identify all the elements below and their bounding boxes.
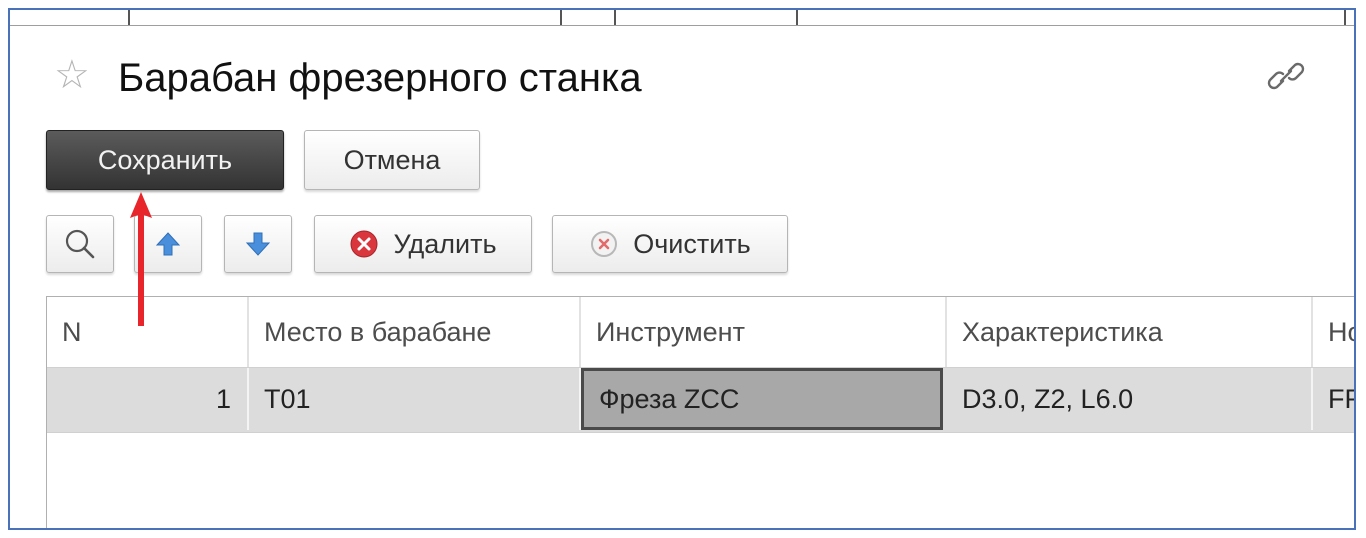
move-down-button[interactable]: [224, 215, 292, 273]
delete-button-label: Удалить: [393, 228, 497, 259]
magnifier-icon: [65, 229, 95, 259]
cell-n[interactable]: 1: [47, 368, 249, 430]
form-title: Барабан фрезерного станка: [118, 56, 642, 100]
delete-button[interactable]: Удалить: [314, 215, 532, 273]
cell-tool[interactable]: Фреза ZCC: [581, 368, 943, 430]
column-header-extra[interactable]: Но: [1313, 297, 1354, 367]
clear-button-label: Очистить: [633, 228, 751, 259]
cancel-button[interactable]: Отмена: [304, 130, 480, 190]
save-button-label: Сохранить: [97, 144, 233, 175]
tools-table: N Место в барабане Инструмент Характерис…: [46, 296, 1354, 528]
save-button[interactable]: Сохранить: [46, 130, 284, 190]
cell-characteristic[interactable]: D3.0, Z2, L6.0: [947, 368, 1313, 430]
search-button[interactable]: [46, 215, 114, 273]
previous-table-strip: [10, 10, 1354, 26]
form-window: ☆ Барабан фрезерного станка Сохранить От…: [8, 8, 1356, 530]
favorite-star-icon[interactable]: ☆: [54, 55, 90, 95]
column-header-tool[interactable]: Инструмент: [581, 297, 947, 367]
arrow-up-icon: [155, 232, 181, 256]
red-cross-circle-icon: [349, 229, 379, 259]
link-icon[interactable]: [1264, 54, 1308, 98]
cell-slot[interactable]: T01: [249, 368, 581, 430]
arrow-down-icon: [245, 232, 271, 256]
cancel-button-label: Отмена: [343, 144, 441, 175]
column-header-characteristic[interactable]: Характеристика: [947, 297, 1313, 367]
clear-button[interactable]: Очистить: [552, 215, 788, 273]
column-header-slot[interactable]: Место в барабане: [249, 297, 581, 367]
gray-cross-circle-icon: [589, 229, 619, 259]
table-row[interactable]: 1 T01 Фреза ZCC D3.0, Z2, L6.0 FR: [47, 367, 1354, 433]
annotation-arrow: [130, 192, 152, 326]
cell-extra[interactable]: FR: [1313, 368, 1354, 430]
